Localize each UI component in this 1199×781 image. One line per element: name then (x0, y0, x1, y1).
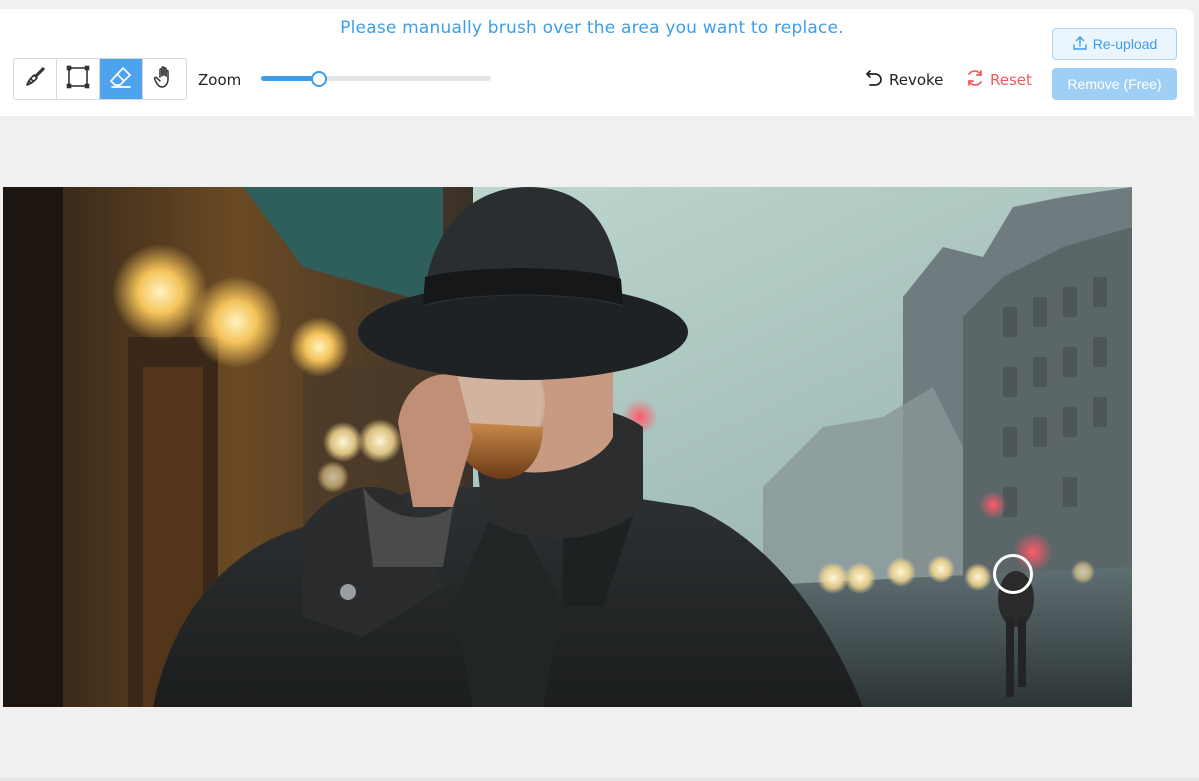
zoom-label: Zoom (198, 71, 242, 89)
upload-icon (1072, 35, 1088, 54)
image-canvas[interactable] (3, 187, 1132, 707)
eraser-icon (108, 64, 134, 95)
revoke-label: Revoke (889, 71, 944, 89)
undo-icon (864, 68, 884, 92)
remove-label: Remove (Free) (1067, 76, 1162, 92)
remove-button[interactable]: Remove (Free) (1052, 68, 1177, 100)
reupload-label: Re-upload (1092, 36, 1158, 52)
brush-icon (22, 64, 48, 95)
eraser-tool-button[interactable] (100, 59, 143, 99)
rectangle-select-icon (65, 64, 91, 95)
reupload-button[interactable]: Re-upload (1052, 28, 1177, 60)
hand-tool-button[interactable] (143, 59, 186, 99)
refresh-icon (965, 68, 985, 92)
editor-page: Please manually brush over the area you … (0, 0, 1199, 781)
reset-label: Reset (990, 71, 1032, 89)
brush-tool-button[interactable] (14, 59, 57, 99)
zoom-slider-thumb[interactable] (310, 71, 327, 87)
photo-image (3, 187, 1132, 707)
revoke-button[interactable]: Revoke (864, 68, 943, 92)
instruction-text: Please manually brush over the area you … (340, 18, 844, 38)
zoom-slider[interactable] (261, 70, 491, 88)
reset-button[interactable]: Reset (965, 68, 1032, 92)
zoom-slider-fill (261, 76, 319, 81)
rectangle-tool-button[interactable] (57, 59, 100, 99)
tool-group (13, 58, 187, 100)
hand-pan-icon (152, 64, 178, 95)
